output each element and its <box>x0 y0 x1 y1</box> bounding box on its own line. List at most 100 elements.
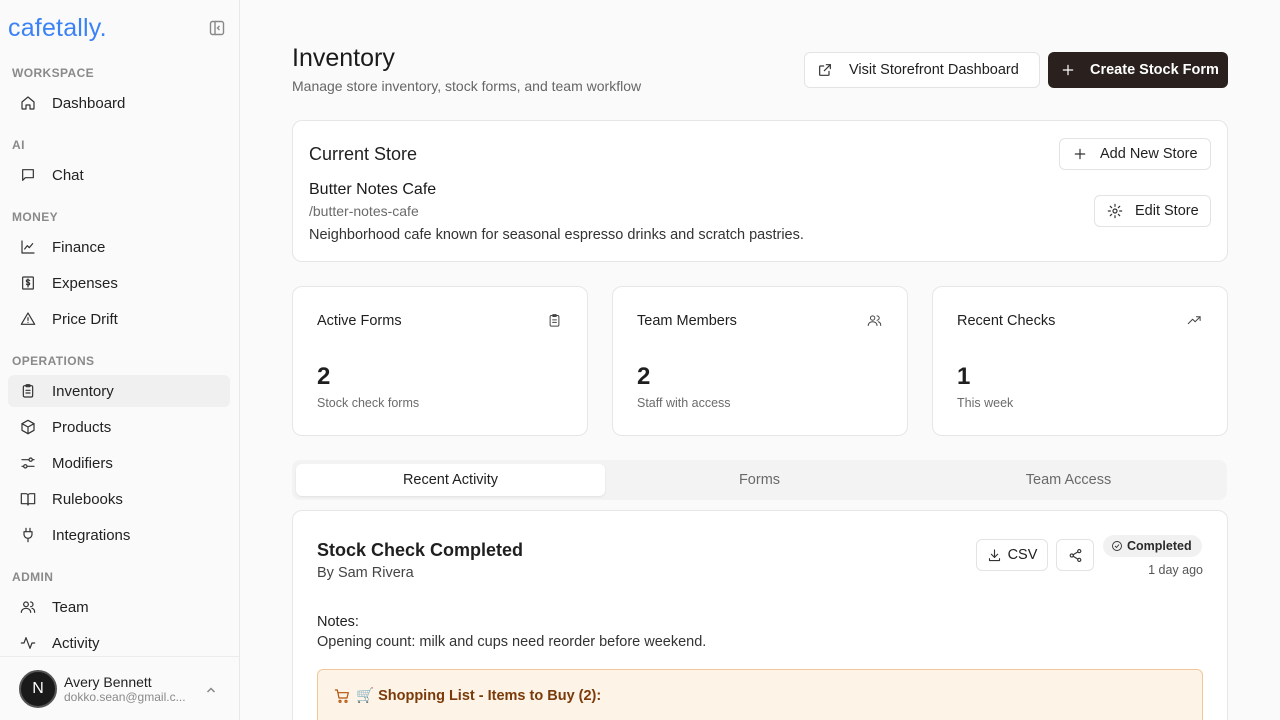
sidebar-item-activity[interactable]: Activity <box>8 627 230 659</box>
sidebar-item-team[interactable]: Team <box>8 591 230 623</box>
sidebar-item-label: Activity <box>52 634 100 652</box>
sidebar-item-finance[interactable]: Finance <box>8 231 230 263</box>
current-store-card: Current Store Butter Notes Cafe /butter-… <box>292 120 1228 262</box>
visit-storefront-button[interactable]: Visit Storefront Dashboard <box>804 52 1040 88</box>
user-menu[interactable]: N Avery Bennett dokko.sean@gmail.c... <box>0 656 239 720</box>
users-icon <box>20 599 36 615</box>
trending-up-icon <box>1187 313 1203 329</box>
clipboard-icon <box>547 313 563 329</box>
section-label-admin: ADMIN <box>12 570 54 584</box>
section-label-operations: OPERATIONS <box>12 354 95 368</box>
share-icon <box>1068 548 1083 563</box>
sidebar-item-integrations[interactable]: Integrations <box>8 519 230 551</box>
share-button[interactable] <box>1056 539 1094 571</box>
sliders-icon <box>20 455 36 471</box>
download-icon <box>987 548 1002 563</box>
sidebar-item-label: Team <box>52 598 89 616</box>
plug-icon <box>20 527 36 543</box>
sidebar-item-label: Expenses <box>52 274 118 292</box>
stat-label: Recent Checks <box>957 313 1056 329</box>
activity-card: Stock Check Completed By Sam Rivera CSV … <box>292 510 1228 720</box>
page-subtitle: Manage store inventory, stock forms, and… <box>292 78 642 94</box>
sidebar-item-dashboard[interactable]: Dashboard <box>8 87 230 119</box>
current-store-title: Current Store <box>309 144 418 164</box>
sidebar-item-label: Price Drift <box>52 310 118 328</box>
status-label: Completed <box>1127 539 1192 553</box>
create-stock-form-label: Create Stock Form <box>1090 62 1219 78</box>
section-label-ai: AI <box>12 138 25 152</box>
shopping-list-panel: 🛒 Shopping List - Items to Buy (2): <box>317 669 1203 720</box>
sidebar-item-label: Modifiers <box>52 454 113 472</box>
chevron-up-icon <box>205 683 217 695</box>
visit-storefront-label: Visit Storefront Dashboard <box>849 62 1019 78</box>
stat-sub: This week <box>957 396 1014 410</box>
notes-text: Opening count: milk and cups need reorde… <box>317 634 707 650</box>
sidebar-item-label: Chat <box>52 166 84 184</box>
tab-recent-activity[interactable]: Recent Activity <box>296 464 605 496</box>
section-label-money: MONEY <box>12 210 59 224</box>
sidebar-item-rulebooks[interactable]: Rulebooks <box>8 483 230 515</box>
sidebar-item-label: Finance <box>52 238 106 256</box>
activity-author: By Sam Rivera <box>317 565 414 581</box>
store-description: Neighborhood cafe known for seasonal esp… <box>309 227 804 243</box>
download-csv-button[interactable]: CSV <box>976 539 1048 571</box>
stat-value: 2 <box>637 363 651 390</box>
dollar-receipt-icon <box>20 275 36 291</box>
brand-logo[interactable]: cafetally. <box>8 14 107 43</box>
stat-card-recent-checks: Recent Checks 1 This week <box>932 286 1228 436</box>
edit-store-button[interactable]: Edit Store <box>1094 195 1211 227</box>
warning-triangle-icon <box>20 311 36 327</box>
sidebar-item-expenses[interactable]: Expenses <box>8 267 230 299</box>
gear-icon <box>1107 203 1123 219</box>
users-icon <box>867 313 883 329</box>
stat-card-active-forms: Active Forms 2 Stock check forms <box>292 286 588 436</box>
stat-value: 1 <box>957 363 971 390</box>
sidebar-item-label: Integrations <box>52 526 131 544</box>
plus-icon <box>1060 62 1076 78</box>
tab-team-access[interactable]: Team Access <box>914 464 1223 496</box>
notes-label: Notes: <box>317 614 359 630</box>
sidebar-item-inventory[interactable]: Inventory <box>8 375 230 407</box>
shopping-cart-icon <box>334 688 356 704</box>
external-link-icon <box>817 62 833 78</box>
sidebar-item-products[interactable]: Products <box>8 411 230 443</box>
home-icon <box>20 95 36 111</box>
create-stock-form-button[interactable]: Create Stock Form <box>1048 52 1228 88</box>
csv-label: CSV <box>1007 547 1038 563</box>
stat-card-team-members: Team Members 2 Staff with access <box>612 286 908 436</box>
tab-list: Recent Activity Forms Team Access <box>292 460 1227 500</box>
store-name: Butter Notes Cafe <box>309 181 437 198</box>
sidebar-item-chat[interactable]: Chat <box>8 159 230 191</box>
avatar: N <box>19 669 57 708</box>
stat-label: Team Members <box>637 313 737 329</box>
tab-forms[interactable]: Forms <box>605 464 914 496</box>
sidebar-item-label: Rulebooks <box>52 490 123 508</box>
sidebar-item-price-drift[interactable]: Price Drift <box>8 303 230 335</box>
stat-sub: Stock check forms <box>317 396 420 410</box>
page-title: Inventory <box>292 44 395 72</box>
activity-time: 1 day ago <box>1148 563 1203 577</box>
user-name: Avery Bennett <box>64 673 152 690</box>
package-icon <box>20 419 36 435</box>
stat-value: 2 <box>317 363 331 390</box>
book-icon <box>20 491 36 507</box>
add-new-store-button[interactable]: Add New Store <box>1059 138 1211 170</box>
collapse-sidebar-icon[interactable] <box>209 20 225 36</box>
check-circle-icon <box>1111 540 1127 552</box>
activity-title: Stock Check Completed <box>317 540 524 560</box>
plus-icon <box>1072 146 1088 162</box>
section-label-workspace: WORKSPACE <box>12 66 95 80</box>
shopping-list-title: 🛒 Shopping List - Items to Buy (2): <box>356 688 602 704</box>
sidebar-item-label: Inventory <box>52 382 114 400</box>
activity-icon <box>20 635 36 651</box>
status-badge: Completed <box>1103 535 1202 557</box>
stat-label: Active Forms <box>317 313 402 329</box>
sidebar-item-label: Products <box>52 418 112 436</box>
sidebar: cafetally. WORKSPACE Dashboard AI Chat M… <box>0 0 240 720</box>
stat-sub: Staff with access <box>637 396 731 410</box>
add-new-store-label: Add New Store <box>1100 146 1198 162</box>
sidebar-item-label: Dashboard <box>52 94 126 112</box>
store-slug: /butter-notes-cafe <box>309 203 419 219</box>
clipboard-icon <box>20 383 36 399</box>
sidebar-item-modifiers[interactable]: Modifiers <box>8 447 230 479</box>
